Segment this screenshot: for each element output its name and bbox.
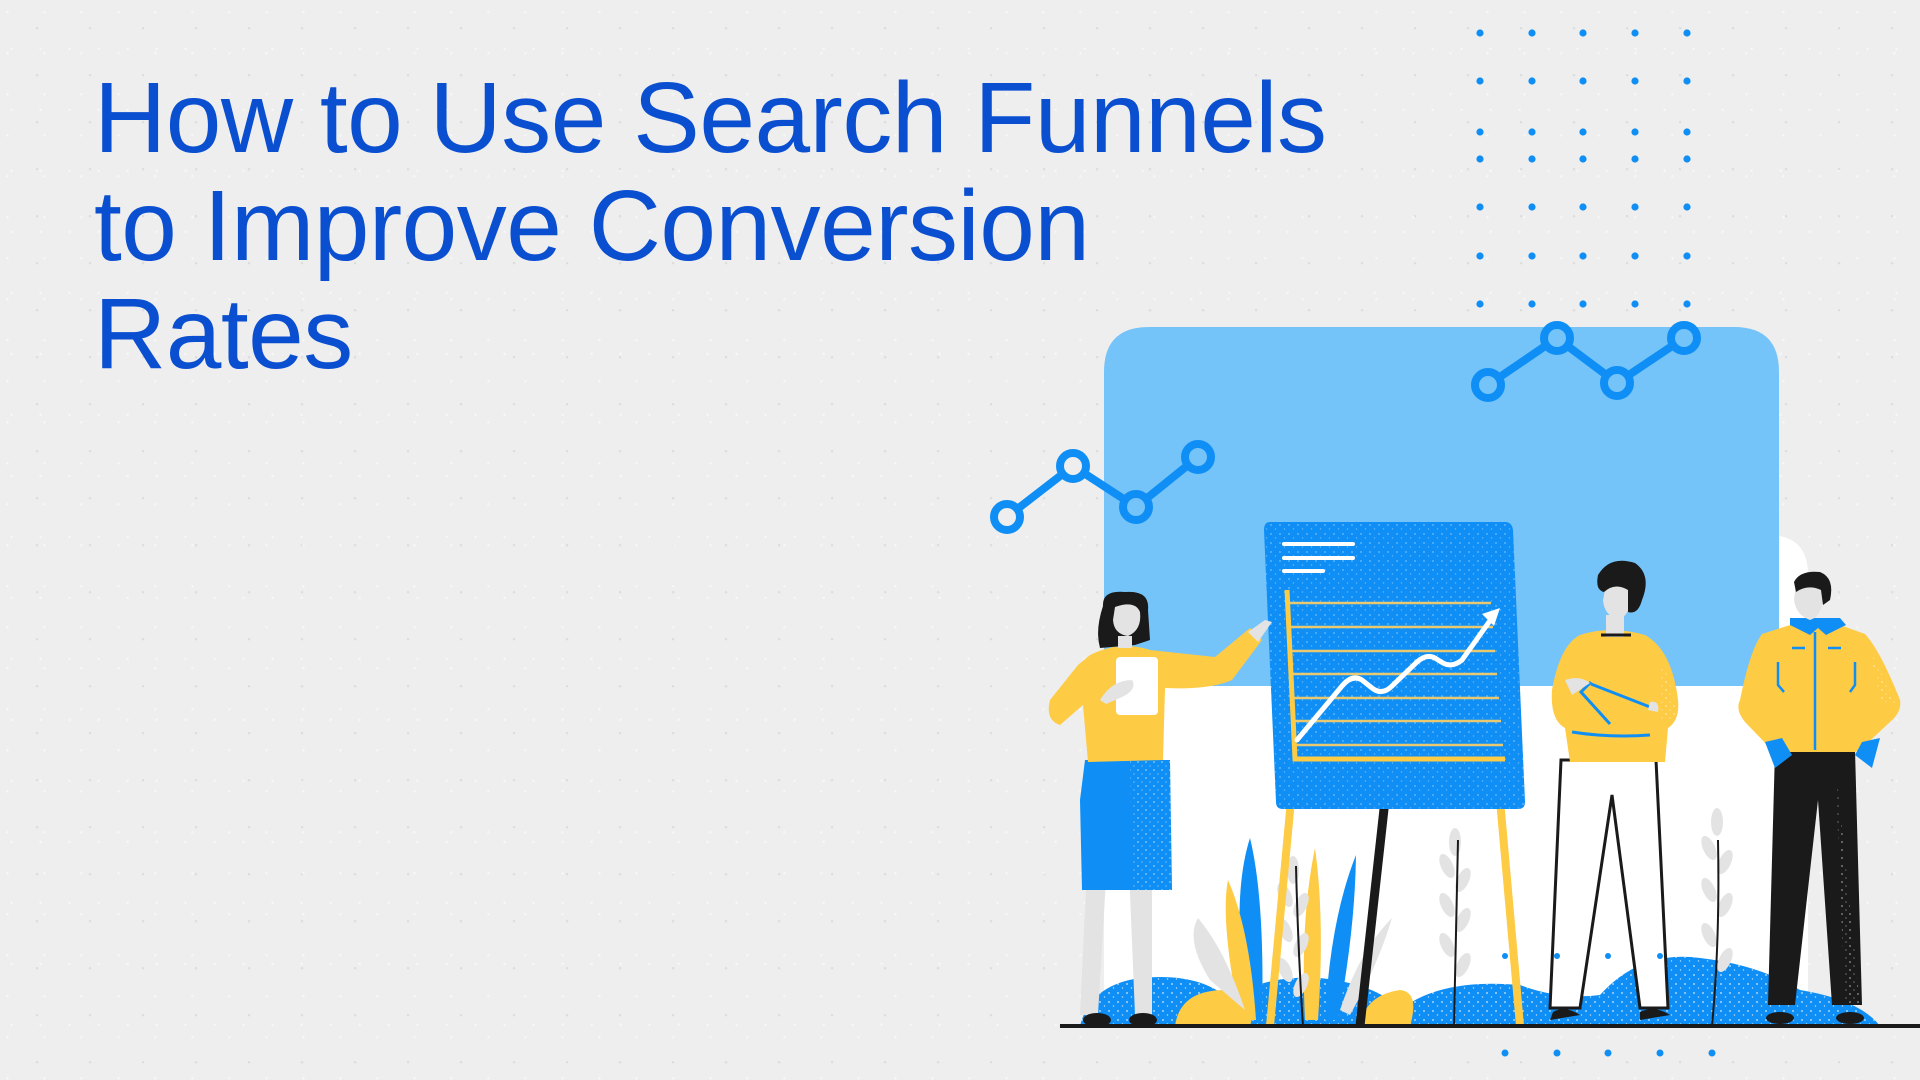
grid-dot <box>1579 155 1587 163</box>
grid-dot <box>1631 77 1639 85</box>
grid-dot <box>1476 29 1484 37</box>
grid-dot <box>1528 155 1536 163</box>
grid-dot <box>1476 300 1484 308</box>
hero-illustration <box>990 29 1920 1057</box>
grid-dot <box>1476 203 1484 211</box>
grid-dot <box>1683 300 1691 308</box>
grid-dot <box>1528 203 1536 211</box>
grid-dot <box>1631 155 1639 163</box>
grid-dot <box>1579 77 1587 85</box>
grid-dot <box>1528 252 1536 260</box>
grid-dot <box>1683 155 1691 163</box>
grid-dot <box>1528 300 1536 308</box>
dot-grid-decoration <box>1476 29 1691 308</box>
grid-dot <box>1476 155 1484 163</box>
grid-dot <box>1528 29 1536 37</box>
grid-dot <box>1528 128 1536 136</box>
grid-dot <box>1579 300 1587 308</box>
grid-dot <box>1579 252 1587 260</box>
grid-dot <box>1631 203 1639 211</box>
grid-dot <box>1683 252 1691 260</box>
grid-dot <box>1476 77 1484 85</box>
grid-dot <box>1683 29 1691 37</box>
grid-dot <box>1683 77 1691 85</box>
grid-dot <box>1476 252 1484 260</box>
grid-dot <box>1631 252 1639 260</box>
grid-dot <box>1579 29 1587 37</box>
grid-dot <box>1683 128 1691 136</box>
grid-dot <box>1579 203 1587 211</box>
grid-dot <box>1683 203 1691 211</box>
grid-dot <box>1631 300 1639 308</box>
grid-dot <box>1631 128 1639 136</box>
grid-dot <box>1476 128 1484 136</box>
grid-dot <box>1528 77 1536 85</box>
grid-dot <box>1631 29 1639 37</box>
grid-dot <box>1579 128 1587 136</box>
